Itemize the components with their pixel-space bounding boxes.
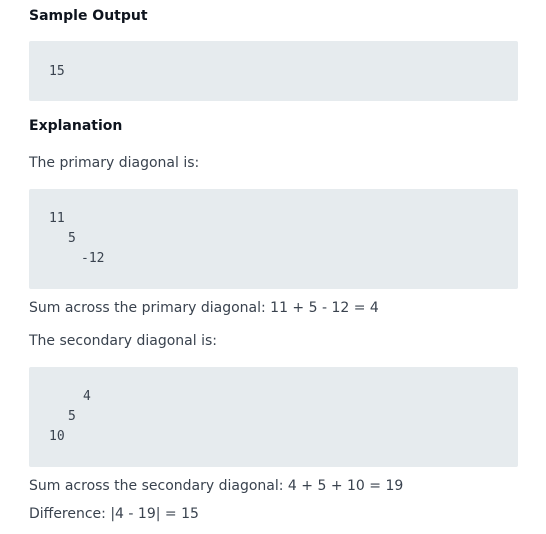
secondary-diagonal-sum: Sum across the secondary diagonal: 4 + 5…	[29, 478, 404, 494]
difference-text: Difference: |4 - 19| = 15	[29, 506, 199, 522]
sample-output-heading: Sample Output	[29, 8, 148, 24]
sample-output-code-block: 15	[29, 41, 518, 101]
code-line: 5	[68, 409, 76, 424]
code-line: 5	[68, 231, 76, 246]
primary-diagonal-intro: The primary diagonal is:	[29, 155, 200, 171]
explanation-heading: Explanation	[29, 118, 123, 134]
secondary-diagonal-intro: The secondary diagonal is:	[29, 333, 217, 349]
code-line: 10	[49, 429, 65, 444]
primary-diagonal-sum: Sum across the primary diagonal: 11 + 5 …	[29, 300, 379, 316]
code-line: 15	[49, 64, 65, 79]
code-line: 11	[49, 211, 65, 226]
code-line: 4	[83, 389, 91, 404]
secondary-diagonal-code-block: 4 5 10	[29, 367, 518, 467]
primary-diagonal-code-block: 11 5 -12	[29, 189, 518, 289]
code-line: -12	[81, 251, 105, 266]
